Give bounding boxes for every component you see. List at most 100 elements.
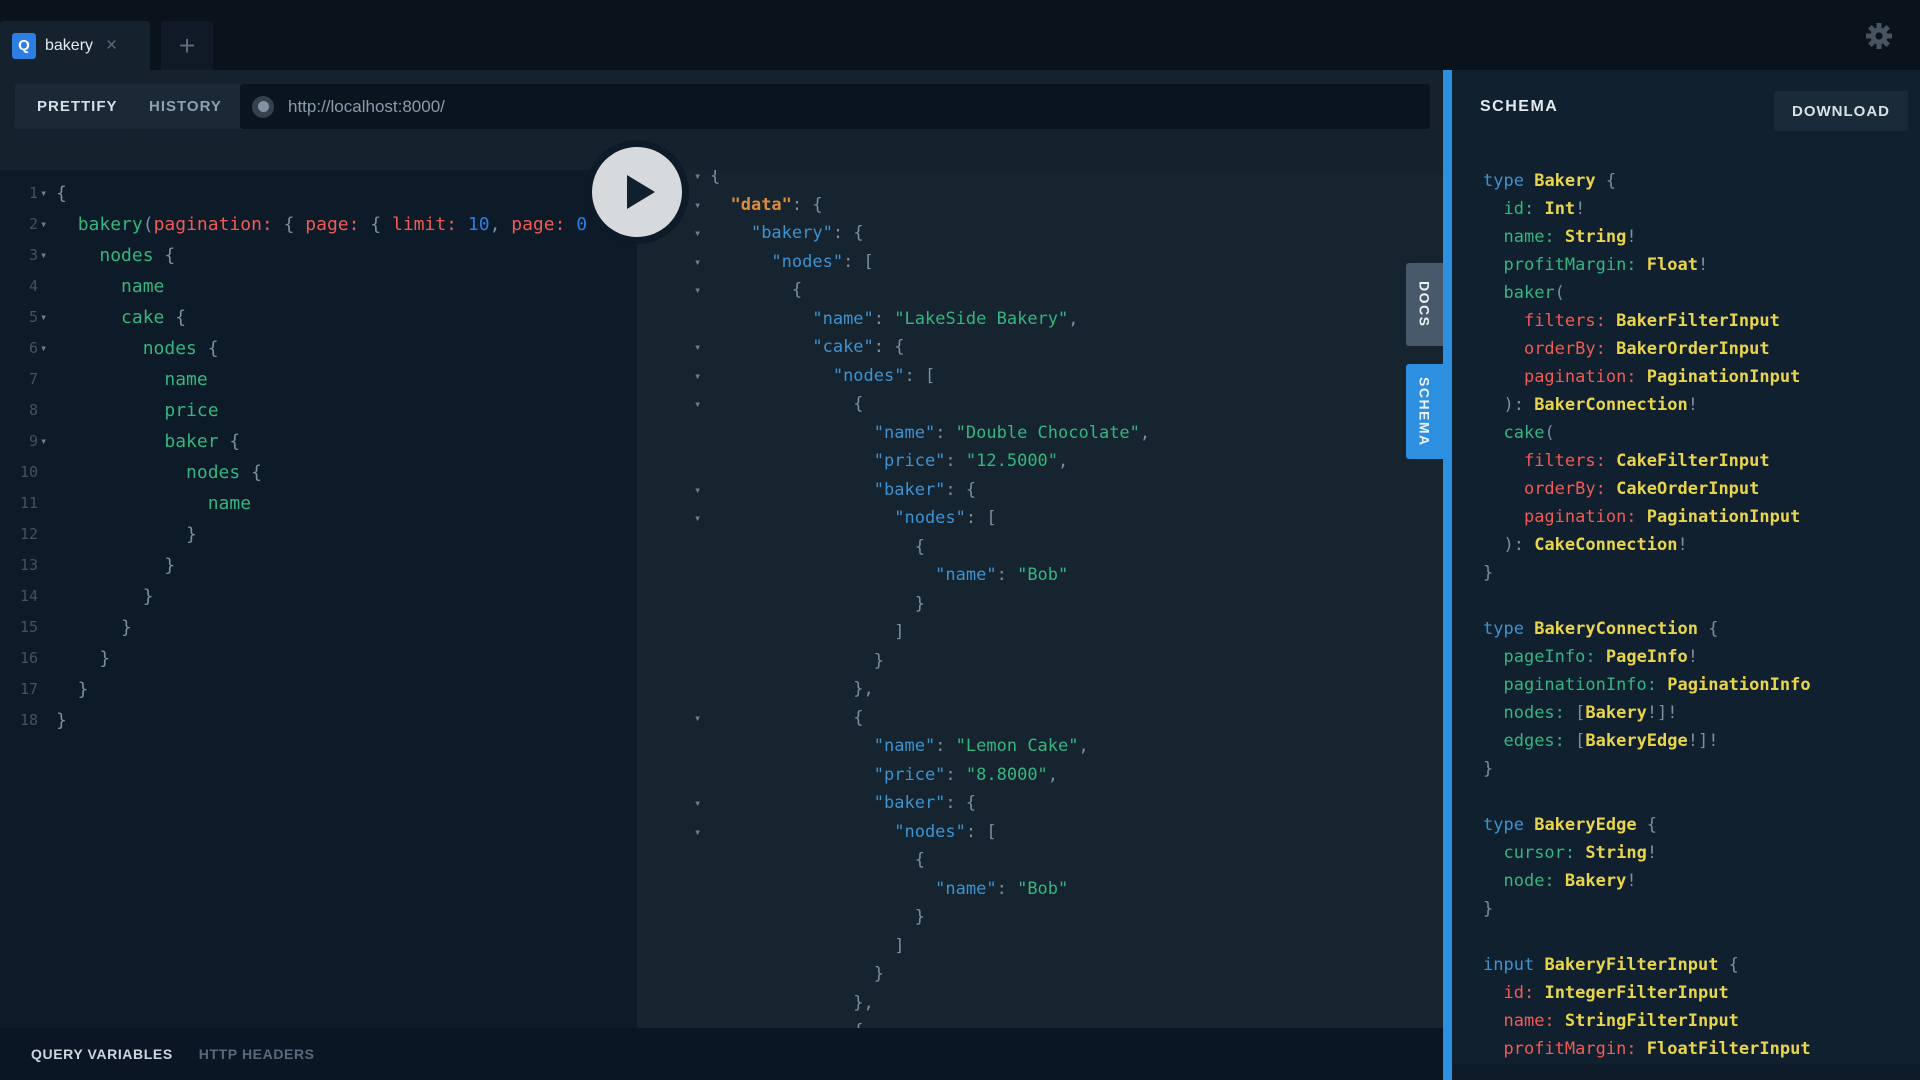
fold-arrow-icon[interactable]: ▾ xyxy=(694,789,701,818)
query-code-line: 1▾{ xyxy=(56,178,587,209)
line-number: 10 xyxy=(14,457,38,488)
toolbar: PRETTIFY HISTORY xyxy=(0,70,1443,170)
query-code-line: 8 price xyxy=(56,395,587,426)
response-code-line: ▾ "nodes": [ xyxy=(710,504,1150,533)
fold-arrow-icon[interactable]: ▾ xyxy=(694,476,701,505)
response-code-line: } xyxy=(710,647,1150,676)
line-number: 4 xyxy=(14,271,38,302)
schema-code-line: cake( xyxy=(1483,419,1811,447)
line-number: 15 xyxy=(14,612,38,643)
query-code-line: 12 } xyxy=(56,519,587,550)
settings-gear-icon[interactable] xyxy=(1863,20,1895,52)
schema-code-line: node: Bakery! xyxy=(1483,867,1811,895)
download-schema-button[interactable]: DOWNLOAD xyxy=(1774,91,1908,131)
fold-arrow-icon[interactable]: ▾ xyxy=(694,276,701,305)
fold-arrow-icon[interactable]: ▾ xyxy=(694,504,701,533)
fold-arrow-icon[interactable]: ▾ xyxy=(40,426,47,457)
fold-arrow-icon[interactable]: ▾ xyxy=(40,178,47,209)
fold-arrow-icon[interactable]: ▾ xyxy=(40,302,47,333)
response-code-line: { xyxy=(710,533,1150,562)
response-code-line: "price": "8.8000", xyxy=(710,761,1150,790)
response-code-line: ▾ "bakery": { xyxy=(710,219,1150,248)
line-number: 2 xyxy=(14,209,38,240)
execute-query-button[interactable] xyxy=(585,140,689,244)
query-code-line: 4 name xyxy=(56,271,587,302)
schema-sidebar-title: SCHEMA xyxy=(1480,98,1558,116)
query-editor-pane[interactable]: 1▾{2▾ bakery(pagination: { page: { limit… xyxy=(0,170,637,1028)
line-number: 7 xyxy=(14,364,38,395)
close-tab-icon[interactable]: × xyxy=(106,35,117,57)
query-variables-tab[interactable]: QUERY VARIABLES xyxy=(31,1046,173,1062)
fold-arrow-icon[interactable]: ▾ xyxy=(694,818,701,847)
http-headers-tab[interactable]: HTTP HEADERS xyxy=(199,1046,315,1062)
endpoint-url-input[interactable] xyxy=(288,97,1418,117)
schema-side-tab[interactable]: SCHEMA xyxy=(1406,364,1443,459)
response-code-line: ▾ { xyxy=(710,1017,1150,1028)
fold-arrow-icon[interactable]: ▾ xyxy=(694,362,701,391)
schema-divider xyxy=(1443,70,1452,1080)
schema-code-line: name: StringFilterInput xyxy=(1483,1007,1811,1035)
response-code-line: ▾ "data": { xyxy=(710,191,1150,220)
line-number: 8 xyxy=(14,395,38,426)
response-code-line: "name": "Lemon Cake", xyxy=(710,732,1150,761)
schema-code-line: ): BakerConnection! xyxy=(1483,391,1811,419)
schema-code-line: input BakeryFilterInput { xyxy=(1483,951,1811,979)
query-code-line: 15 } xyxy=(56,612,587,643)
schema-code-line: profitMargin: Float! xyxy=(1483,251,1811,279)
fold-arrow-icon[interactable]: ▾ xyxy=(694,1017,701,1028)
query-type-badge: Q xyxy=(12,33,36,59)
schema-code-line: pageInfo: PageInfo! xyxy=(1483,643,1811,671)
response-code-line: "price": "12.5000", xyxy=(710,447,1150,476)
fold-arrow-icon[interactable]: ▾ xyxy=(694,704,701,733)
line-number: 6 xyxy=(14,333,38,364)
response-code-line: } xyxy=(710,960,1150,989)
schema-code-line xyxy=(1483,923,1811,951)
fold-arrow-icon[interactable]: ▾ xyxy=(40,209,47,240)
response-code-line: "name": "LakeSide Bakery", xyxy=(710,305,1150,334)
fold-arrow-icon[interactable]: ▾ xyxy=(694,170,701,191)
fold-arrow-icon[interactable]: ▾ xyxy=(694,191,701,220)
line-number: 9 xyxy=(14,426,38,457)
query-code-line: 16 } xyxy=(56,643,587,674)
response-code-line: { xyxy=(710,846,1150,875)
line-number: 12 xyxy=(14,519,38,550)
line-number: 3 xyxy=(14,240,38,271)
fold-arrow-icon[interactable]: ▾ xyxy=(40,333,47,364)
fold-arrow-icon[interactable]: ▾ xyxy=(694,219,701,248)
schema-scroll-track[interactable] xyxy=(1452,1064,1920,1080)
schema-code-line: pagination: PaginationInput xyxy=(1483,503,1811,531)
response-code-line: ▾ "cake": { xyxy=(710,333,1150,362)
prettify-button[interactable]: PRETTIFY xyxy=(15,84,140,129)
query-code-line: 6▾ nodes { xyxy=(56,333,587,364)
response-code-line: ▾ "baker": { xyxy=(710,476,1150,505)
fold-arrow-icon[interactable]: ▾ xyxy=(694,333,701,362)
query-code-line: 11 name xyxy=(56,488,587,519)
schema-sidebar[interactable]: SCHEMA DOWNLOAD type Bakery { id: Int! n… xyxy=(1452,70,1920,1080)
line-number: 11 xyxy=(14,488,38,519)
tab-bakery[interactable]: Q bakery × xyxy=(0,21,150,70)
response-code-line: ▾{ xyxy=(710,170,1150,191)
query-code-line: 18} xyxy=(56,705,587,736)
schema-code-line: orderBy: BakerOrderInput xyxy=(1483,335,1811,363)
docs-side-tab[interactable]: DOCS xyxy=(1406,263,1443,346)
line-number: 18 xyxy=(14,705,38,736)
fold-arrow-icon[interactable]: ▾ xyxy=(694,390,701,419)
schema-code-line: pagination: PaginationInput xyxy=(1483,363,1811,391)
bottom-bar: QUERY VARIABLES HTTP HEADERS xyxy=(0,1028,1443,1080)
response-pane[interactable]: ▾{▾ "data": {▾ "bakery": {▾ "nodes": [▾ … xyxy=(637,170,1443,1028)
history-button[interactable]: HISTORY xyxy=(127,84,244,129)
query-code-line: 17 } xyxy=(56,674,587,705)
schema-code-line: id: Int! xyxy=(1483,195,1811,223)
schema-code-line: cursor: String! xyxy=(1483,839,1811,867)
new-tab-button[interactable]: + xyxy=(161,21,213,70)
response-code-line: ▾ { xyxy=(710,704,1150,733)
tab-title: bakery xyxy=(45,37,93,55)
response-code-line: "name": "Double Chocolate", xyxy=(710,419,1150,448)
play-icon xyxy=(627,175,655,209)
line-number: 17 xyxy=(14,674,38,705)
schema-code-line: } xyxy=(1483,895,1811,923)
fold-arrow-icon[interactable]: ▾ xyxy=(694,248,701,277)
query-code-line: 2▾ bakery(pagination: { page: { limit: 1… xyxy=(56,209,587,240)
schema-code-line: edges: [BakeryEdge!]! xyxy=(1483,727,1811,755)
fold-arrow-icon[interactable]: ▾ xyxy=(40,240,47,271)
